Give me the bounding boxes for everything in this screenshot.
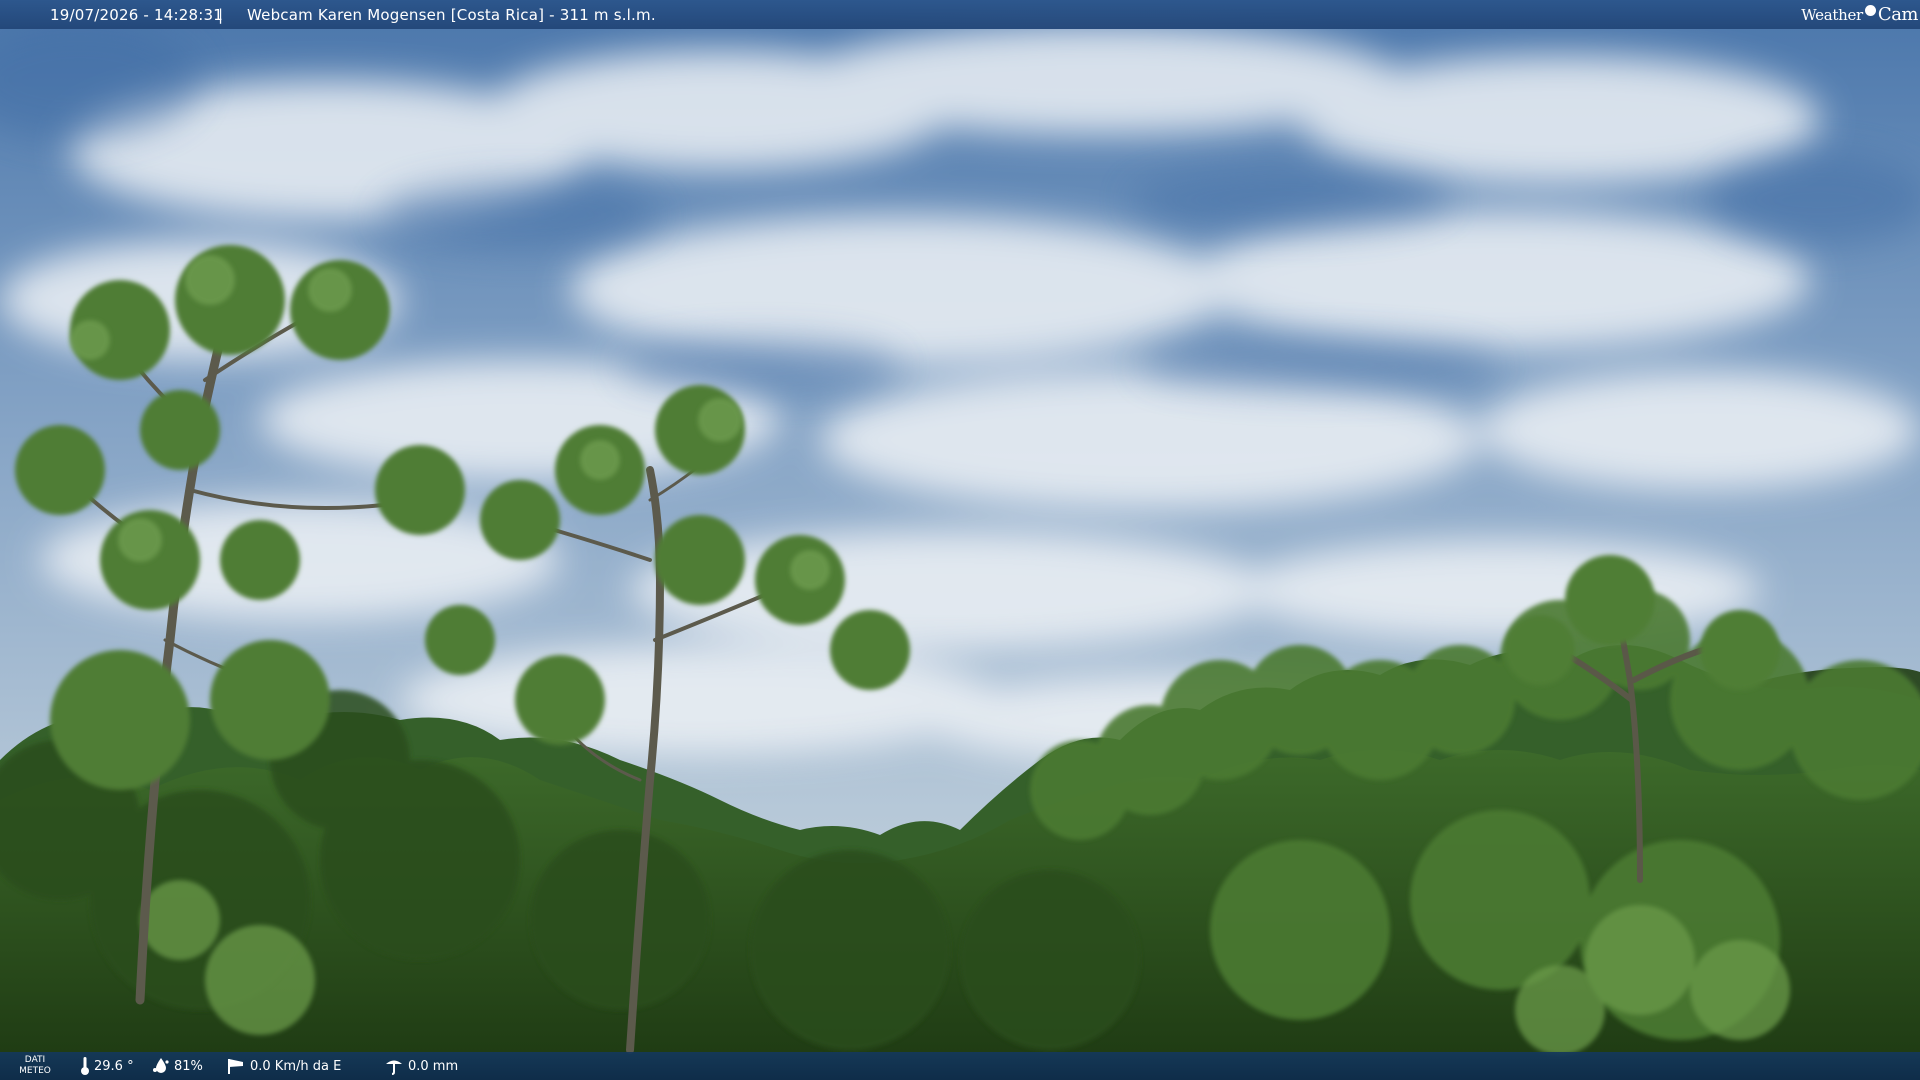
humidity-value: 81%	[174, 1058, 203, 1074]
weather-section-label: DATI METEO	[18, 1055, 52, 1077]
logo-dot-icon	[1864, 5, 1876, 16]
rain-reading: 0.0 mm	[384, 1052, 458, 1080]
logo-text-cam: Cam	[1877, 4, 1919, 25]
webcam-frame: 19/07/2026 - 14:28:31 | Webcam Karen Mog…	[0, 0, 1920, 1080]
separator: |	[218, 6, 224, 24]
weather-section-label-line1: DATI	[24, 1055, 46, 1065]
weather-section-label-line2: METEO	[19, 1066, 51, 1076]
thermometer-icon	[81, 1057, 89, 1075]
wind-reading: 0.0 Km/h da E	[226, 1052, 341, 1080]
wind-value: 0.0 Km/h da E	[250, 1058, 342, 1074]
temperature-value: 29.6 °	[94, 1058, 134, 1074]
webcam-image	[0, 0, 1920, 1080]
logo-text-weather: Weather	[1801, 5, 1863, 24]
weathercam-logo: Weather Cam	[1801, 2, 1918, 27]
rain-value: 0.0 mm	[408, 1058, 459, 1074]
timestamp: 19/07/2026 - 14:28:31	[50, 6, 223, 24]
top-info-bar: 19/07/2026 - 14:28:31 | Webcam Karen Mog…	[0, 0, 1920, 29]
weather-data-bar: DATI METEO 29.6 ° 81% 0.0 Km/h da E 0.0 …	[0, 1052, 1920, 1080]
temperature-reading: 29.6 °	[80, 1052, 134, 1080]
wind-sock-icon	[228, 1059, 243, 1074]
humidity-drop-icon	[153, 1058, 169, 1073]
camera-label: Webcam Karen Mogensen [Costa Rica] - 311…	[247, 6, 656, 24]
humidity-reading: 81%	[152, 1052, 203, 1080]
rain-gauge-icon	[386, 1060, 402, 1075]
